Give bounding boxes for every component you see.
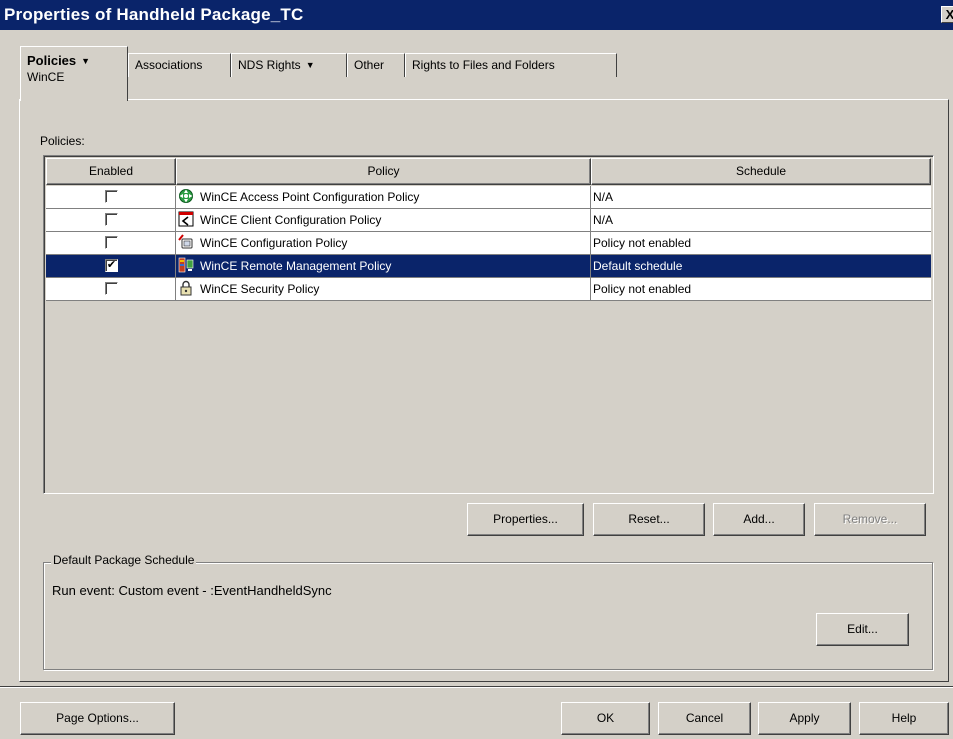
edit-schedule-button[interactable]: Edit... bbox=[816, 613, 909, 646]
schedule-cell: N/A bbox=[593, 190, 614, 204]
tab-other[interactable]: Other bbox=[347, 53, 405, 77]
enabled-cell: ✔ bbox=[46, 255, 176, 277]
run-event-text: Run event: Custom event - :EventHandheld… bbox=[52, 583, 332, 598]
tab-policies-subtab[interactable]: WinCE bbox=[27, 70, 121, 84]
reset-button[interactable]: Reset... bbox=[593, 503, 705, 536]
policies-label: Policies: bbox=[40, 134, 85, 148]
enabled-checkbox[interactable] bbox=[105, 190, 118, 203]
tab-rights-to-files-label: Rights to Files and Folders bbox=[412, 58, 555, 72]
configuration-policy-icon bbox=[178, 234, 193, 249]
policy-name: WinCE Configuration Policy bbox=[200, 236, 348, 250]
policy-name: WinCE Access Point Configuration Policy bbox=[200, 190, 420, 204]
page-options-button[interactable]: Page Options... bbox=[20, 702, 175, 735]
policy-cell: WinCE Remote Management Policy bbox=[176, 255, 591, 277]
enabled-checkbox[interactable]: ✔ bbox=[105, 259, 118, 272]
schedule-cell: Default schedule bbox=[593, 259, 683, 273]
column-header-schedule[interactable]: Schedule bbox=[591, 158, 931, 185]
window-titlebar: Properties of Handheld Package_TC X bbox=[0, 0, 953, 30]
tab-associations[interactable]: Associations bbox=[128, 53, 231, 77]
add-button[interactable]: Add... bbox=[713, 503, 805, 536]
table-row[interactable]: WinCE Client Configuration Policy N/A bbox=[46, 209, 931, 232]
tab-policies[interactable]: Policies ▼ WinCE bbox=[20, 46, 128, 101]
table-row[interactable]: WinCE Access Point Configuration Policy … bbox=[46, 186, 931, 209]
apply-button[interactable]: Apply bbox=[758, 702, 851, 735]
enabled-checkbox[interactable] bbox=[105, 213, 118, 226]
chevron-down-icon[interactable]: ▼ bbox=[306, 60, 315, 70]
tab-other-label: Other bbox=[354, 58, 385, 72]
close-button[interactable]: X bbox=[941, 6, 953, 23]
remote-management-policy-icon bbox=[178, 257, 194, 273]
chevron-down-icon[interactable]: ▼ bbox=[81, 56, 90, 66]
policy-name: WinCE Client Configuration Policy bbox=[200, 213, 382, 227]
enabled-checkbox[interactable] bbox=[105, 282, 118, 295]
enabled-cell bbox=[46, 209, 176, 231]
properties-button[interactable]: Properties... bbox=[467, 503, 584, 536]
tab-nds-rights-label: NDS Rights bbox=[238, 58, 301, 72]
enabled-cell bbox=[46, 278, 176, 300]
tab-associations-label: Associations bbox=[135, 58, 203, 72]
table-row[interactable]: WinCE Configuration Policy Policy not en… bbox=[46, 232, 931, 255]
footer-separator bbox=[0, 686, 953, 688]
tab-policies-label: Policies bbox=[27, 53, 77, 68]
column-header-enabled[interactable]: Enabled bbox=[46, 158, 176, 185]
policy-cell: WinCE Configuration Policy bbox=[176, 232, 591, 254]
remove-button[interactable]: Remove... bbox=[814, 503, 926, 536]
column-header-policy[interactable]: Policy bbox=[176, 158, 591, 185]
enabled-cell bbox=[46, 186, 176, 208]
access-point-policy-icon bbox=[179, 189, 193, 203]
table-header: Enabled Policy Schedule bbox=[46, 158, 931, 185]
table-row[interactable]: ✔ WinCE Remote Management Policy Default… bbox=[46, 255, 931, 278]
ok-button[interactable]: OK bbox=[561, 702, 650, 735]
lock-icon bbox=[180, 280, 192, 296]
tab-nds-rights[interactable]: NDS Rights ▼ bbox=[231, 53, 347, 77]
policy-cell: WinCE Security Policy bbox=[176, 278, 591, 300]
table-row[interactable]: WinCE Security Policy Policy not enabled bbox=[46, 278, 931, 301]
schedule-cell: N/A bbox=[593, 213, 614, 227]
schedule-cell: Policy not enabled bbox=[593, 236, 692, 250]
policy-name: WinCE Security Policy bbox=[200, 282, 320, 296]
policy-cell: WinCE Client Configuration Policy bbox=[176, 209, 591, 231]
enabled-cell bbox=[46, 232, 176, 254]
help-button[interactable]: Help bbox=[859, 702, 949, 735]
tab-rights-to-files[interactable]: Rights to Files and Folders bbox=[405, 53, 617, 77]
enabled-checkbox[interactable] bbox=[105, 236, 118, 249]
policies-table: Enabled Policy Schedule WinCE Access Poi… bbox=[43, 155, 934, 494]
window-title: Properties of Handheld Package_TC bbox=[4, 5, 304, 24]
schedule-cell: Policy not enabled bbox=[593, 282, 692, 296]
group-title: Default Package Schedule bbox=[51, 553, 197, 567]
policy-name: WinCE Remote Management Policy bbox=[200, 259, 392, 273]
client-config-policy-icon bbox=[178, 211, 194, 227]
default-package-schedule-group bbox=[43, 562, 933, 670]
cancel-button[interactable]: Cancel bbox=[658, 702, 751, 735]
policy-cell: WinCE Access Point Configuration Policy bbox=[176, 186, 591, 208]
